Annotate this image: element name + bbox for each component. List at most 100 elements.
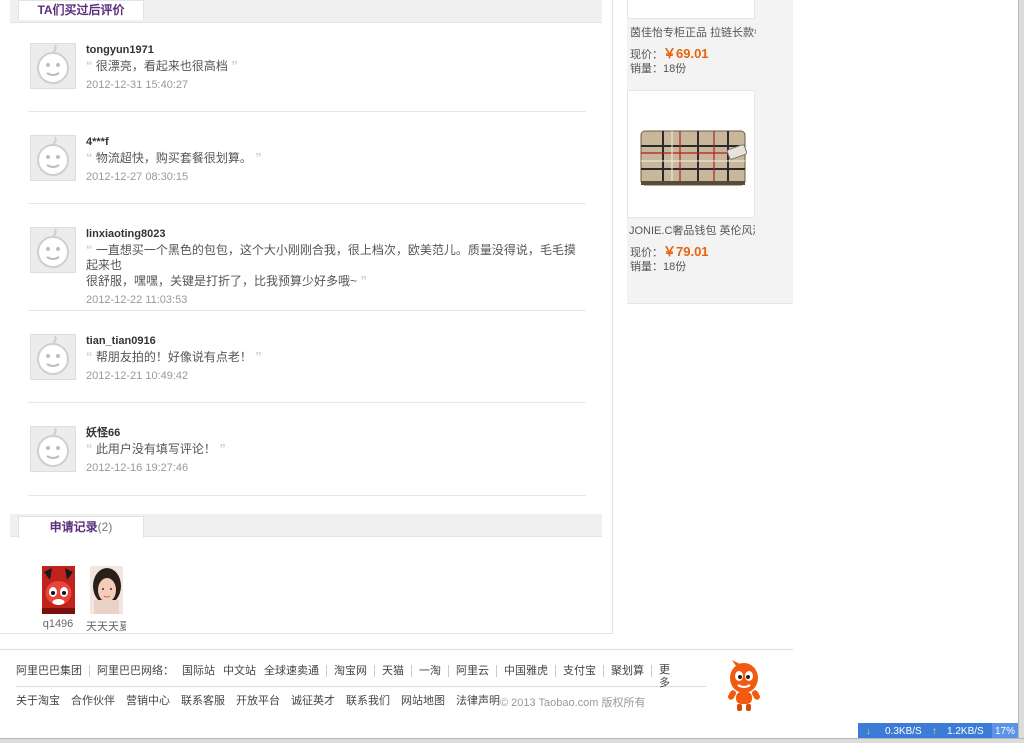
footer-link-more[interactable]: 更多: [659, 664, 671, 690]
record-avatar[interactable]: [41, 566, 75, 614]
footer-link-partners[interactable]: 合作伙伴: [71, 694, 115, 708]
review-text: “ 很漂亮，看起来也很高档 ”: [86, 58, 586, 74]
default-avatar-icon[interactable]: [30, 334, 76, 380]
recommended-products: 茵佳怡专柜正品 拉链长款牛皮 现价：￥69.01 销量：18份 JONIE.C奢…: [627, 0, 793, 304]
footer-link-tmall[interactable]: 天猫: [382, 664, 404, 678]
reviews-panel: TA们买过后评价 tongyun1971 “ 很漂亮，看起来也很高档 ” 201…: [0, 0, 613, 634]
footer-link-international[interactable]: 国际站: [182, 664, 215, 678]
taobao-mascot-icon: [726, 660, 762, 715]
footer-link-careers[interactable]: 诚征英才: [291, 694, 335, 708]
review-username[interactable]: tian_tian0916: [86, 334, 586, 348]
record-item[interactable]: 天天天夏: [86, 566, 126, 634]
price-value: ￥79.01: [663, 244, 709, 259]
footer-separator: [496, 665, 497, 677]
record-name[interactable]: q1496: [38, 618, 78, 630]
footer-link-alipay[interactable]: 支付宝: [563, 664, 596, 678]
product-sales: 销量：18份: [630, 60, 686, 76]
footer-link-yahoo-china[interactable]: 中国雅虎: [504, 664, 548, 678]
footer-link-marketing[interactable]: 营销中心: [126, 694, 170, 708]
tab-reviews[interactable]: TA们买过后评价: [18, 0, 144, 20]
review-item: tian_tian0916 “ 帮朋友拍的！好像说有点老！ ” 2012-12-…: [28, 334, 586, 403]
default-avatar-icon[interactable]: [30, 43, 76, 89]
review-username[interactable]: linxiaoting8023: [86, 227, 586, 241]
default-avatar-icon[interactable]: [30, 135, 76, 181]
open-quote-icon: “: [86, 349, 93, 364]
footer-separator: [326, 665, 327, 677]
open-quote-icon: “: [86, 242, 93, 257]
close-quote-icon: ”: [255, 349, 262, 364]
product-image[interactable]: [627, 0, 755, 19]
sales-value: 18份: [663, 63, 687, 75]
review-text-content: 此用户没有填写评论！: [95, 442, 216, 456]
sales-label: 销量：: [630, 63, 663, 75]
footer-link-taobao[interactable]: 淘宝网: [334, 664, 367, 678]
sales-label: 销量：: [630, 261, 663, 273]
product-title[interactable]: JONIE.C奢品钱包 英伦风潮女: [629, 222, 755, 238]
reviews-section-header: TA们买过后评价: [10, 0, 602, 23]
close-quote-icon: ”: [219, 441, 226, 456]
footer-link-sitemap[interactable]: 网站地图: [401, 694, 445, 708]
review-date: 2012-12-27 08:30:15: [86, 171, 189, 183]
default-avatar-icon[interactable]: [30, 426, 76, 472]
footer-link-open-platform[interactable]: 开放平台: [236, 694, 280, 708]
review-date: 2012-12-22 11:03:53: [86, 294, 188, 306]
tab-records-count: (2): [97, 520, 113, 534]
review-username[interactable]: 妖怪66: [86, 426, 586, 440]
footer-link-aliyun[interactable]: 阿里云: [456, 664, 489, 678]
price-value: ￥69.01: [663, 46, 709, 61]
footer-divider: [0, 649, 793, 650]
tab-records[interactable]: 申请记录(2): [18, 516, 144, 538]
footer-link-juhuasuan[interactable]: 聚划算: [611, 664, 644, 678]
plaid-wallet-image: [640, 130, 748, 186]
close-quote-icon: ”: [360, 273, 367, 288]
product-sales: 销量：18份: [630, 258, 686, 274]
review-date: 2012-12-16 19:27:46: [86, 462, 189, 474]
window-bottom-border: [0, 738, 1024, 743]
review-date: 2012-12-31 15:40:27: [86, 79, 189, 91]
footer-link-aliexpress[interactable]: 全球速卖通: [264, 664, 319, 678]
tab-records-label: 申请记录: [49, 520, 98, 534]
close-quote-icon: ”: [231, 58, 238, 73]
record-name[interactable]: 天天天夏: [86, 618, 126, 634]
footer-link-alibaba-group[interactable]: 阿里巴巴集团: [16, 664, 82, 678]
review-text-content: 物流超快，购买套餐很划算。: [95, 151, 252, 165]
footer-separator: [603, 665, 604, 677]
tab-reviews-label: TA们买过后评价: [37, 3, 125, 17]
records-section-header: 申请记录(2): [10, 514, 602, 538]
review-item: 妖怪66 “ 此用户没有填写评论！ ” 2012-12-16 19:27:46: [28, 426, 586, 496]
sales-value: 18份: [663, 261, 687, 273]
review-text-content: 很漂亮，看起来也很高档: [95, 59, 228, 73]
review-text: “ 帮朋友拍的！好像说有点老！ ”: [86, 349, 586, 365]
review-text-line2: 很舒服，嘿嘿，关键是打折了，比我预算少好多哦~: [86, 274, 358, 288]
open-quote-icon: “: [86, 58, 93, 73]
footer-link-contact[interactable]: 联系我们: [346, 694, 390, 708]
footer-link-legal[interactable]: 法律声明: [456, 694, 500, 708]
footer-link-customer-service[interactable]: 联系客服: [181, 694, 225, 708]
footer-link-about[interactable]: 关于淘宝: [16, 694, 60, 708]
open-quote-icon: “: [86, 441, 93, 456]
record-avatar[interactable]: [89, 566, 123, 614]
review-item: tongyun1971 “ 很漂亮，看起来也很高档 ” 2012-12-31 1…: [28, 43, 586, 112]
window-right-border: [1018, 0, 1024, 742]
product-title[interactable]: 茵佳怡专柜正品 拉链长款牛皮: [630, 24, 756, 40]
review-text-line1: 一直想买一个黑色的包包，这个大小刚刚合我，很上档次，欧美范儿。质量没得说，毛毛摸…: [86, 243, 576, 272]
footer-link-chinese-site[interactable]: 中文站: [223, 664, 256, 678]
footer-network-label: 阿里巴巴网络：: [97, 665, 174, 677]
record-item[interactable]: q1496: [38, 566, 78, 630]
footer-separator: [411, 665, 412, 677]
review-username[interactable]: tongyun1971: [86, 43, 586, 57]
footer-link-etao[interactable]: 一淘: [419, 664, 441, 678]
review-username[interactable]: 4***f: [86, 135, 586, 149]
review-item: 4***f “ 物流超快，购买套餐很划算。 ” 2012-12-27 08:30…: [28, 135, 586, 204]
review-text: “ 一直想买一个黑色的包包，这个大小刚刚合我，很上档次，欧美范儿。质量没得说，毛…: [86, 242, 586, 289]
footer-separator: [374, 665, 375, 677]
footer-separator: [89, 665, 90, 677]
review-date: 2012-12-21 10:49:42: [86, 370, 189, 382]
footer-separator: [555, 665, 556, 677]
product-image[interactable]: [627, 90, 755, 218]
review-item: linxiaoting8023 “ 一直想买一个黑色的包包，这个大小刚刚合我，很…: [28, 227, 586, 311]
default-avatar-icon[interactable]: [30, 227, 76, 273]
review-text-content: 帮朋友拍的！好像说有点老！: [95, 350, 252, 364]
review-text: “ 物流超快，购买套餐很划算。 ”: [86, 150, 586, 166]
footer-separator: [448, 665, 449, 677]
